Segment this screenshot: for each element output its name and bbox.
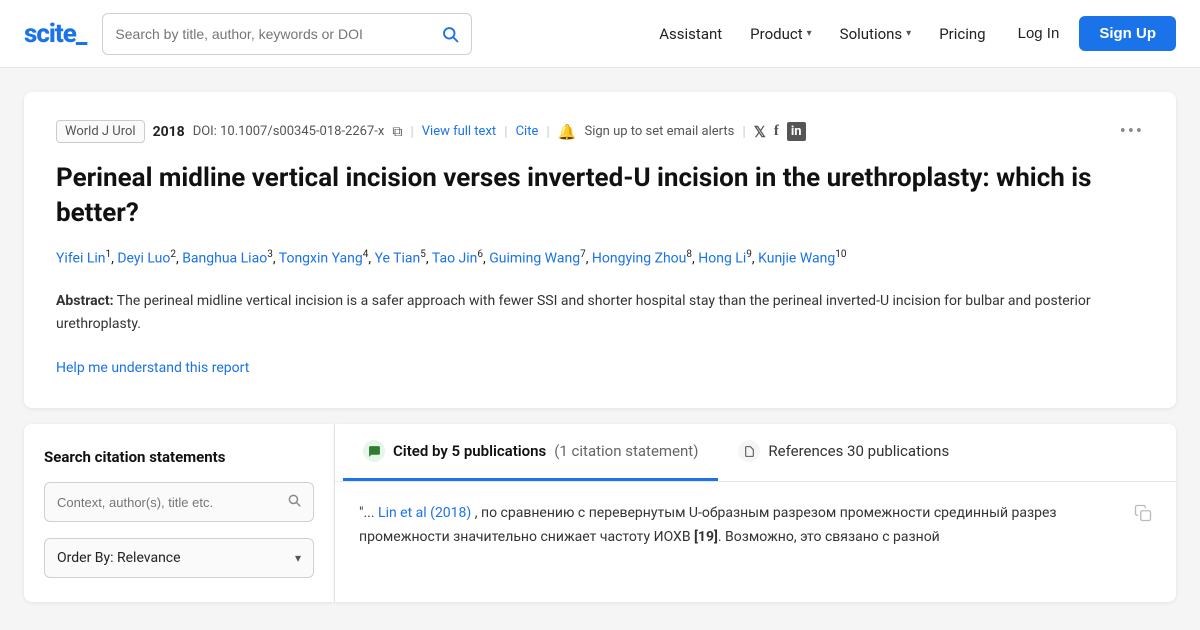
tab-cited-label: Cited by 5 publications	[393, 442, 546, 460]
nav-pricing[interactable]: Pricing	[927, 17, 997, 51]
author-link-5[interactable]: Ye Tian	[375, 251, 421, 267]
snippet-author-link[interactable]: Lin et al (2018)	[378, 505, 471, 521]
sidebar-title: Search citation statements	[44, 448, 314, 466]
snippet-bracket-num: [19]	[694, 529, 718, 545]
abstract-label: Abstract:	[56, 293, 114, 309]
social-icons: 𝕏 f in	[754, 122, 806, 141]
search-button[interactable]	[441, 25, 459, 43]
order-by-label: Order By: Relevance	[57, 550, 181, 566]
author-link-7[interactable]: Guiming Wang	[489, 251, 580, 267]
article-title: Perineal midline vertical incision verse…	[56, 161, 1144, 231]
author-link-8[interactable]: Hongying Zhou	[592, 251, 686, 267]
alert-text: Sign up to set email alerts	[584, 124, 734, 139]
article-card: World J Urol 2018 DOI: 10.1007/s00345-01…	[24, 92, 1176, 408]
article-doi: DOI: 10.1007/s00345-018-2267-x	[193, 124, 385, 139]
author-link-3[interactable]: Banghua Liao	[182, 251, 267, 267]
sidebar-panel: Search citation statements Order By: Rel…	[24, 424, 334, 602]
main-nav: Assistant Product ▾ Solutions ▾ Pricing …	[647, 16, 1176, 51]
article-year: 2018	[153, 124, 185, 140]
author-link-4[interactable]: Tongxin Yang	[279, 251, 363, 267]
logo[interactable]: scite_	[24, 19, 86, 49]
nav-assistant[interactable]: Assistant	[647, 17, 734, 51]
facebook-icon[interactable]: f	[774, 123, 779, 140]
abstract-content: The perineal midline vertical incision i…	[56, 293, 1091, 332]
login-button[interactable]: Log In	[1002, 17, 1076, 50]
snippet-text-before: "...	[359, 505, 378, 521]
author-link-1[interactable]: Yifei Lin	[56, 251, 106, 267]
author-link-6[interactable]: Tao Jin	[432, 251, 478, 267]
chevron-down-icon: ▾	[807, 28, 812, 39]
citation-snippet: "... Lin et al (2018) , по сравнению с п…	[335, 482, 1176, 570]
more-options-button[interactable]: •••	[1120, 121, 1144, 142]
nav-product[interactable]: Product ▾	[738, 17, 823, 51]
order-by-dropdown[interactable]: Order By: Relevance ▾	[44, 538, 314, 578]
author-link-10[interactable]: Kunjie Wang	[758, 251, 835, 267]
abstract-text: Abstract: The perineal midline vertical …	[56, 290, 1144, 336]
author-link-2[interactable]: Deyi Luo	[117, 251, 170, 267]
tab-refs-label: References 30 publications	[768, 442, 949, 460]
article-meta: World J Urol 2018 DOI: 10.1007/s00345-01…	[56, 120, 1144, 143]
document-icon	[738, 440, 760, 462]
tabs-panel: Cited by 5 publications (1 citation stat…	[335, 424, 1176, 602]
header: scite_ Assistant Product ▾ Solutions ▾ P…	[0, 0, 1200, 68]
help-link[interactable]: Help me understand this report	[56, 360, 249, 376]
nav-solutions[interactable]: Solutions ▾	[828, 17, 924, 51]
main-content: World J Urol 2018 DOI: 10.1007/s00345-01…	[0, 68, 1200, 602]
authors-line: Yifei Lin1, Deyi Luo2, Banghua Liao3, To…	[56, 247, 1144, 270]
tab-cited-sub: (1 citation statement)	[554, 442, 698, 460]
twitter-icon[interactable]: 𝕏	[754, 123, 766, 141]
bottom-section: Search citation statements Order By: Rel…	[24, 424, 1176, 602]
snippet-text-after: . Возможно, это связано с разной	[718, 529, 940, 545]
tab-cited[interactable]: Cited by 5 publications (1 citation stat…	[343, 424, 718, 481]
view-full-text-link[interactable]: View full text	[422, 124, 496, 139]
copy-doi-icon[interactable]: ⧉	[392, 124, 402, 140]
search-bar	[102, 13, 472, 55]
context-search-icon	[287, 493, 301, 511]
bell-icon: 🔔	[558, 123, 577, 141]
snippet-text: "... Lin et al (2018) , по сравнению с п…	[359, 502, 1122, 550]
copy-snippet-button[interactable]	[1134, 504, 1152, 527]
signup-button[interactable]: Sign Up	[1079, 16, 1176, 51]
context-search-bar	[44, 482, 314, 522]
chevron-down-icon: ▾	[906, 28, 911, 39]
cite-link[interactable]: Cite	[516, 124, 539, 139]
journal-badge: World J Urol	[56, 120, 145, 143]
author-link-9[interactable]: Hong Li	[698, 251, 746, 267]
search-input[interactable]	[115, 26, 441, 42]
order-by-chevron-icon: ▾	[295, 551, 301, 565]
linkedin-icon[interactable]: in	[787, 122, 806, 141]
tab-references[interactable]: References 30 publications	[718, 424, 969, 481]
chat-bubble-icon	[363, 440, 385, 462]
context-search-input[interactable]	[57, 495, 287, 510]
tabs-header: Cited by 5 publications (1 citation stat…	[335, 424, 1176, 482]
